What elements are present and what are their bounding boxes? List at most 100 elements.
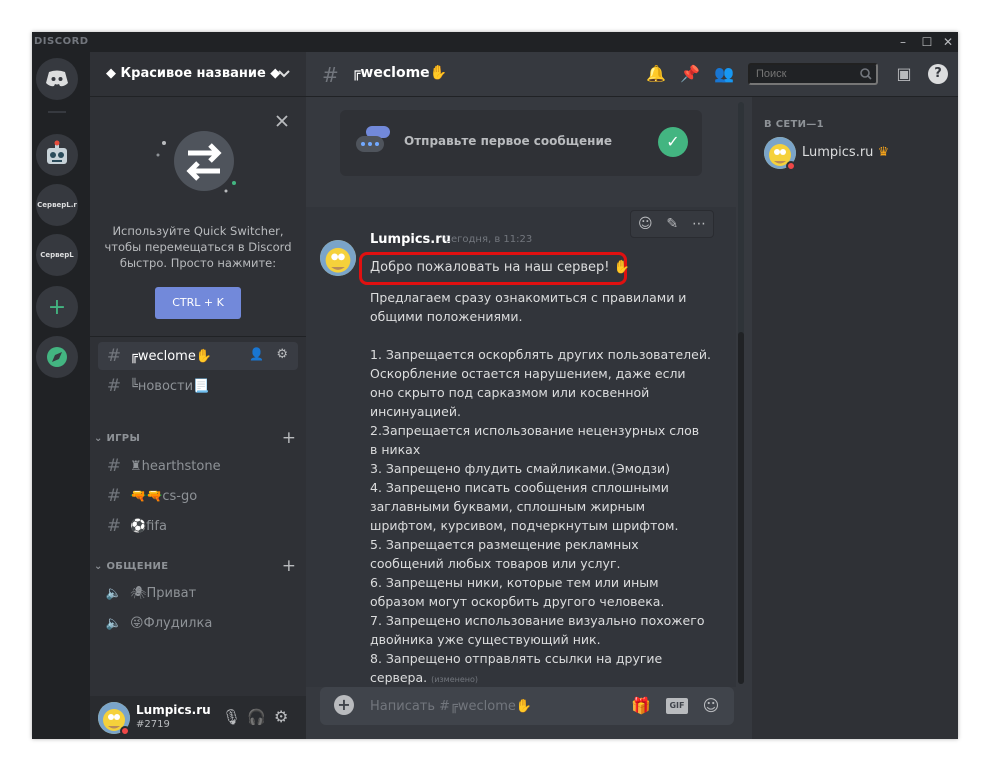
discord-window: DISCORD – ☐ ✕ СерверL.r СерверL + ◆ Крас… (32, 32, 958, 739)
headphones-icon[interactable]: 🎧 (247, 708, 266, 726)
hash-icon: # (106, 486, 122, 506)
server-initials: СерверL (40, 251, 74, 259)
voice-channel-private[interactable]: 🔈 🕷Приват (98, 579, 298, 607)
member-name-text: Lumpics.ru (802, 145, 874, 160)
channel-title: ╔weclome✋ (352, 65, 448, 81)
category-games[interactable]: ⌄ ИГРЫ (94, 433, 140, 444)
add-channel-icon[interactable]: + (282, 556, 296, 576)
message-actions: ☺ ✎ ⋯ (630, 210, 714, 238)
microphone-icon[interactable]: 🎙 (222, 708, 241, 726)
scrollbar-track[interactable] (738, 102, 744, 684)
online-header: В СЕТИ—1 (764, 119, 824, 130)
message-composer: + 🎁 GIF ☺ (320, 687, 734, 725)
add-server-button[interactable]: + (36, 286, 78, 328)
channel-label: 🔫🔫cs-go (130, 488, 198, 504)
voice-channel-flood[interactable]: 🔈 😜Флудилка (98, 609, 298, 637)
server-robot[interactable] (36, 134, 78, 176)
first-message-text: Отправьте первое сообщение (404, 134, 612, 148)
gift-icon[interactable]: 🎁 (630, 695, 652, 717)
ctrl-k-button[interactable]: CTRL + K (155, 287, 241, 319)
user-settings-gear-icon[interactable]: ⚙ (274, 707, 288, 726)
close-window-button[interactable]: ✕ (935, 33, 958, 51)
user-tag: #2719 (136, 719, 170, 730)
channel-news[interactable]: # ╚новости📃 (98, 372, 298, 400)
explore-servers-button[interactable] (36, 336, 78, 378)
member-list: В СЕТИ—1 Lumpics.ru ♛ (752, 97, 958, 739)
app-brand: DISCORD (34, 36, 89, 47)
channel-label: ╔weclome✋ (130, 348, 213, 364)
quick-switcher-arrows-icon (156, 131, 236, 193)
status-dnd-icon (786, 161, 796, 171)
channel-hearthstone[interactable]: # ♜hearthstone (98, 452, 298, 480)
emoji-icon[interactable]: ☺ (700, 695, 722, 717)
inbox-icon[interactable]: ▣ (894, 64, 914, 84)
server-serverl[interactable]: СерверL (36, 234, 78, 276)
message-timestamp: Сегодня, в 11:23 (444, 234, 533, 245)
onboarding-card: Отправьте первое сообщение ✓ (340, 110, 702, 176)
channel-label: ⚽fifa (130, 518, 167, 534)
crown-icon: ♛ (877, 145, 890, 160)
discord-logo-icon (46, 70, 68, 87)
channel-weclome[interactable]: # ╔weclome✋ 👤 ⚙ (98, 342, 298, 370)
plus-icon: + (47, 294, 67, 320)
edit-pencil-icon[interactable]: ✎ (666, 216, 678, 232)
quick-switcher-promo: Используйте Quick Switcher, чтобы переме… (90, 97, 306, 337)
chat-header: # ╔weclome✋ 🔔 📌 👥 ▣ ? (306, 52, 958, 97)
chat-area: # ╔weclome✋ 🔔 📌 👥 ▣ ? Отправьте первое с… (306, 52, 958, 739)
pin-icon[interactable]: 📌 (680, 64, 700, 84)
members-icon[interactable]: 👥 (714, 64, 734, 84)
server-serverl-r[interactable]: СерверL.r (36, 184, 78, 226)
message-greeting: Добро пожаловать на наш сервер! ✋ (370, 260, 630, 275)
check-icon: ✓ (658, 127, 688, 157)
search-input[interactable] (748, 63, 878, 85)
edited-label: (изменено) (431, 675, 479, 684)
server-list: СерверL.r СерверL + (32, 52, 90, 739)
add-channel-icon[interactable]: + (282, 428, 296, 448)
message-author[interactable]: Lumpics.ru (370, 232, 451, 247)
robot-icon (47, 140, 67, 164)
message-body: Предлагаем сразу ознакомиться с правилам… (370, 288, 720, 689)
hash-icon: # (106, 456, 122, 476)
speaker-icon: 🔈 (105, 615, 123, 631)
search-icon (860, 68, 872, 80)
server-header[interactable]: ◆ Красивое название ◆ (90, 52, 306, 97)
status-dnd-icon (120, 726, 130, 736)
channel-fifa[interactable]: # ⚽fifa (98, 512, 298, 540)
title-bar: DISCORD – ☐ ✕ (32, 32, 958, 52)
hash-icon: # (106, 516, 122, 536)
server-initials: СерверL.r (37, 201, 77, 209)
channel-cs-go[interactable]: # 🔫🔫cs-go (98, 482, 298, 510)
hash-icon: # (106, 376, 122, 396)
hash-icon: # (106, 346, 122, 366)
message-author-avatar[interactable] (320, 240, 356, 276)
minimize-button[interactable]: – (890, 33, 916, 51)
gif-button[interactable]: GIF (666, 698, 688, 714)
upload-plus-icon[interactable]: + (334, 695, 354, 715)
home-button[interactable] (36, 58, 78, 100)
channel-label: ╚новости📃 (130, 378, 210, 394)
member-name[interactable]: Lumpics.ru ♛ (802, 145, 889, 160)
speaker-icon: 🔈 (105, 585, 123, 601)
invite-icon[interactable]: 👤 (249, 347, 264, 361)
close-icon[interactable] (276, 115, 288, 127)
category-label: ИГРЫ (106, 433, 141, 444)
message-text: Предлагаем сразу ознакомиться с правилам… (370, 290, 711, 685)
more-options-icon[interactable]: ⋯ (692, 216, 706, 232)
user-panel: Lumpics.ru #2719 🎙 🎧 ⚙ (90, 696, 306, 739)
username: Lumpics.ru (136, 703, 211, 717)
chevron-down-icon (278, 70, 290, 78)
channel-label: 🕷Приват (130, 585, 197, 601)
category-chat[interactable]: ⌄ ОБЩЕНИЕ (94, 561, 168, 572)
homer-avatar-icon (320, 240, 356, 276)
server-name: ◆ Красивое название ◆ (106, 66, 281, 81)
message-input[interactable] (370, 696, 610, 716)
gear-icon[interactable]: ⚙ (276, 347, 288, 362)
scrollbar-thumb[interactable] (738, 332, 744, 684)
hash-icon: # (322, 63, 339, 87)
category-label: ОБЩЕНИЕ (106, 561, 169, 572)
compass-icon (47, 347, 67, 367)
bell-icon[interactable]: 🔔 (646, 64, 666, 84)
add-reaction-icon[interactable]: ☺ (638, 216, 653, 232)
help-icon[interactable]: ? (928, 64, 948, 84)
channel-label: 😜Флудилка (130, 615, 213, 631)
